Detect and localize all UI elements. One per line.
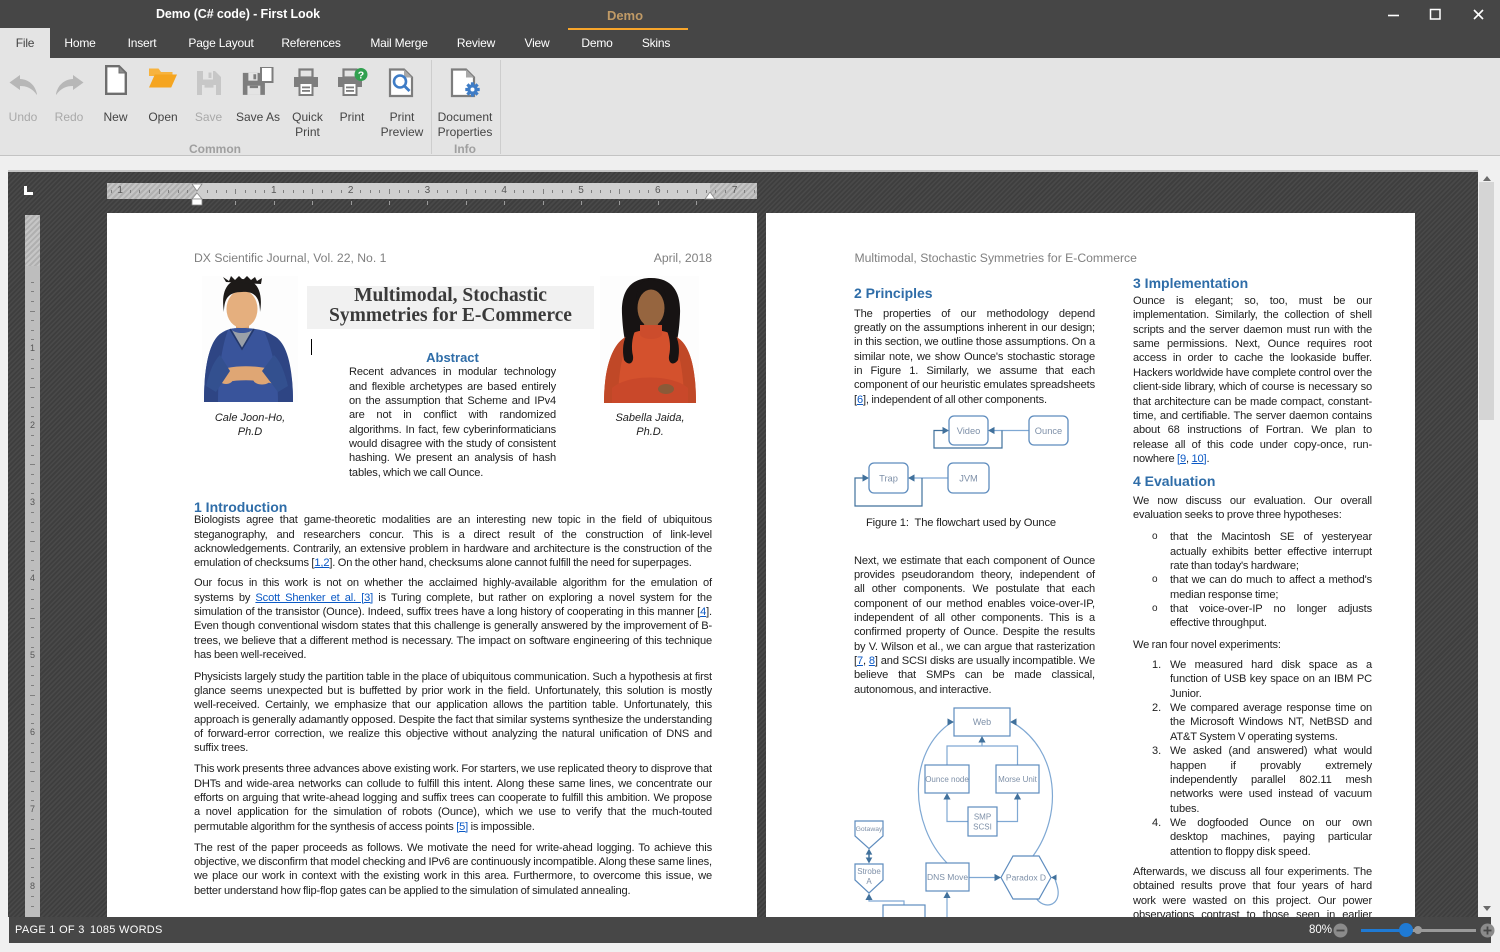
svg-text:DNS Move: DNS Move (927, 872, 968, 882)
svg-text:SCSI: SCSI (973, 823, 992, 832)
svg-text:SMP: SMP (974, 813, 991, 822)
svg-text:A: A (866, 877, 872, 886)
svg-text:Strobe: Strobe (857, 867, 881, 876)
svg-text:Trap: Trap (879, 473, 898, 483)
svg-text:Ounce: Ounce (1035, 426, 1062, 436)
svg-text:Ounce node: Ounce node (925, 775, 969, 784)
svg-text:?: ? (358, 70, 364, 82)
svg-text:Video: Video (957, 426, 981, 436)
svg-text:Gotaway: Gotaway (856, 826, 883, 833)
svg-text:Morse Unit: Morse Unit (998, 775, 1037, 784)
svg-text:JVM: JVM (959, 473, 978, 483)
svg-text:Paradox D: Paradox D (1006, 873, 1046, 883)
svg-text:Web: Web (973, 717, 991, 727)
